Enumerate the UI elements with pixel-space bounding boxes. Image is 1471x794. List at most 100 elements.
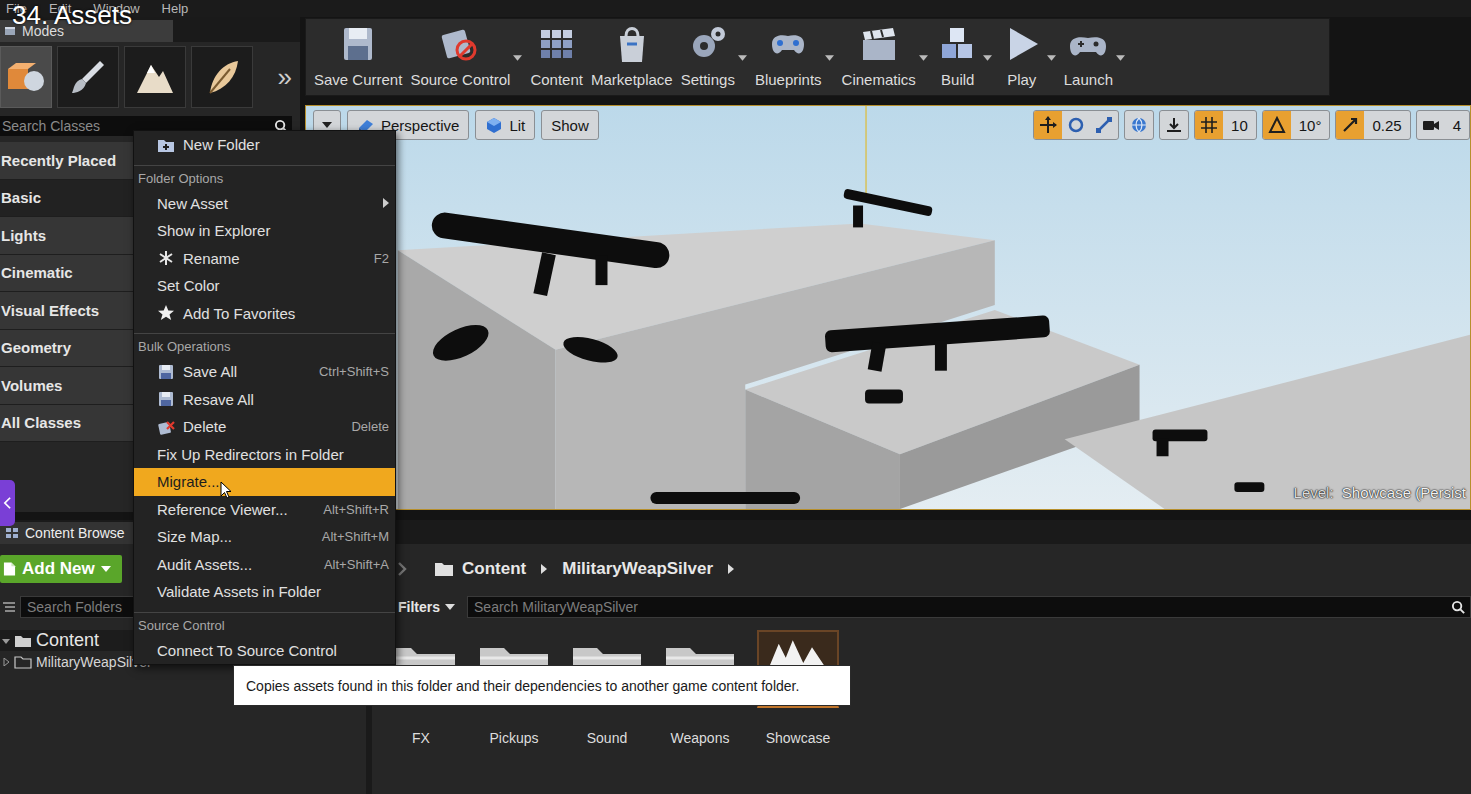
grid-snap-icon	[1200, 116, 1218, 134]
new-folder-icon	[157, 137, 175, 153]
menu-item[interactable]: New Asset	[134, 190, 395, 218]
expanded-arrow-icon[interactable]	[2, 637, 10, 645]
toolbar-button[interactable]: Cinematics	[838, 19, 930, 95]
menu-item[interactable]: Audit Assets... Alt+Shift+A	[134, 551, 395, 579]
camera-speed-button[interactable]: 4	[1416, 110, 1470, 140]
menu-item[interactable]: Resave All	[134, 386, 395, 414]
path-crumb[interactable]: Content	[462, 559, 526, 579]
snap-setting: 10	[1194, 110, 1257, 140]
save-icon	[157, 364, 175, 380]
snap-toggle[interactable]	[1195, 111, 1223, 139]
dropdown-arrow-icon[interactable]	[983, 55, 992, 62]
collapsed-panel-tab[interactable]	[0, 480, 15, 526]
dropdown-arrow-icon	[101, 566, 111, 573]
surface-snap-button[interactable]	[1159, 110, 1189, 140]
save-icon	[157, 391, 175, 407]
place-mode-icon	[4, 55, 48, 99]
menu-item[interactable]: Fix Up Redirectors in Folder	[134, 441, 395, 469]
play-icon	[1000, 21, 1044, 67]
globe-icon	[1130, 116, 1148, 134]
mouse-cursor-icon	[220, 481, 232, 499]
menu-item[interactable]: Delete Delete	[134, 413, 395, 441]
landscape-icon	[133, 55, 177, 99]
toolbar-button[interactable]: Launch	[1060, 19, 1127, 95]
transform-tool-button[interactable]	[1090, 111, 1118, 139]
mode-button[interactable]	[57, 46, 119, 108]
toolbar-button[interactable]: Source Control	[406, 19, 524, 95]
dropdown-arrow-icon[interactable]	[1116, 55, 1125, 62]
tree-toggle-icon[interactable]	[2, 600, 16, 614]
menu-item[interactable]: Rename F2	[134, 245, 395, 273]
path-crumb[interactable]: MilitaryWeapSilver	[562, 559, 713, 579]
menu-item[interactable]: Add To Favorites	[134, 300, 395, 328]
launch-icon	[1066, 21, 1110, 67]
video-title-overlay: 34. Assets	[12, 0, 132, 30]
transform-tool-button[interactable]	[1062, 111, 1090, 139]
lighting-mode-button[interactable]: Lit	[475, 110, 535, 140]
dropdown-arrow-icon[interactable]	[919, 55, 928, 62]
dropdown-arrow-icon[interactable]	[1047, 55, 1056, 62]
snap-value[interactable]: 0.25	[1364, 111, 1409, 139]
delete-icon	[157, 419, 175, 435]
toolbar-button[interactable]: Settings	[677, 19, 749, 95]
marketplace-icon	[610, 21, 654, 67]
toolbar-button[interactable]: Build	[932, 19, 994, 95]
toolbar-button[interactable]: Marketplace	[587, 19, 675, 95]
toolbar-button[interactable]: Play	[996, 19, 1058, 95]
path-separator-icon[interactable]	[540, 563, 548, 575]
mode-tools: »	[0, 42, 300, 112]
menu-item[interactable]: New Folder	[134, 131, 395, 159]
show-flags-button[interactable]: Show	[541, 110, 599, 140]
coordinate-space-button[interactable]	[1124, 110, 1154, 140]
search-assets-field[interactable]: Search MilitaryWeapSilver	[467, 596, 1471, 618]
menu-section-header: Source Control	[134, 606, 395, 637]
dropdown-arrow-icon	[445, 604, 455, 611]
menu-item[interactable]: Reference Viewer... Alt+Shift+R	[134, 496, 395, 524]
menu-item[interactable]: Validate Assets in Folder	[134, 578, 395, 606]
submenu-arrow-icon	[383, 198, 389, 208]
level-viewport[interactable]: Perspective Lit Show 10 10° 0.25 4 Level…	[305, 105, 1471, 510]
translate-icon	[1039, 116, 1057, 134]
content-browser-icon	[5, 526, 19, 540]
snap-value[interactable]: 10	[1223, 111, 1256, 139]
menu-item[interactable]: Save All Ctrl+Shift+S	[134, 358, 395, 386]
dropdown-arrow-icon	[322, 122, 332, 129]
editor-main: Save Current Source Control Content Mark…	[305, 17, 1471, 512]
snap-toggle[interactable]	[1263, 111, 1291, 139]
menu-item[interactable]: Show in Explorer	[134, 217, 395, 245]
source-control-icon	[438, 21, 482, 67]
toolbar-button[interactable]: Content	[526, 19, 585, 95]
snap-value[interactable]: 10°	[1291, 111, 1330, 139]
path-separator-icon[interactable]	[727, 563, 735, 575]
menu-section-header: Bulk Operations	[134, 327, 395, 358]
rename-icon	[157, 250, 175, 266]
mode-button[interactable]	[191, 46, 253, 108]
add-new-button[interactable]: Add New	[0, 555, 122, 583]
filters-button[interactable]: Filters	[398, 599, 455, 615]
more-modes-button[interactable]: »	[278, 62, 292, 93]
star-icon	[157, 305, 175, 321]
snap-toggle[interactable]	[1336, 111, 1364, 139]
forward-arrow-icon[interactable]	[396, 561, 408, 577]
folder-icon	[434, 561, 454, 577]
dropdown-arrow-icon[interactable]	[738, 55, 747, 62]
menu-item[interactable]: Connect To Source Control	[134, 637, 395, 665]
menu-item[interactable]: Migrate...	[134, 468, 395, 496]
blueprints-icon	[766, 21, 810, 67]
toolbar-button[interactable]: Save Current	[310, 19, 404, 95]
toolbar-button[interactable]: Blueprints	[751, 19, 836, 95]
mode-button[interactable]	[0, 46, 52, 108]
collapsed-arrow-icon[interactable]	[2, 658, 10, 666]
transform-tools	[1033, 110, 1119, 140]
dropdown-arrow-icon[interactable]	[513, 55, 522, 62]
menu-item[interactable]: Set Color	[134, 272, 395, 300]
menu-item[interactable]: Help	[162, 1, 189, 16]
menu-item[interactable]: Size Map... Alt+Shift+M	[134, 523, 395, 551]
scale-snap-icon	[1341, 116, 1359, 134]
mode-button[interactable]	[124, 46, 186, 108]
menu-bar: FileEditWindowHelp	[0, 0, 1471, 17]
cinematics-icon	[857, 21, 901, 67]
transform-tool-button[interactable]	[1034, 111, 1062, 139]
dropdown-arrow-icon[interactable]	[825, 55, 834, 62]
current-level-label: Level: Showcase (Persist	[1294, 484, 1466, 501]
